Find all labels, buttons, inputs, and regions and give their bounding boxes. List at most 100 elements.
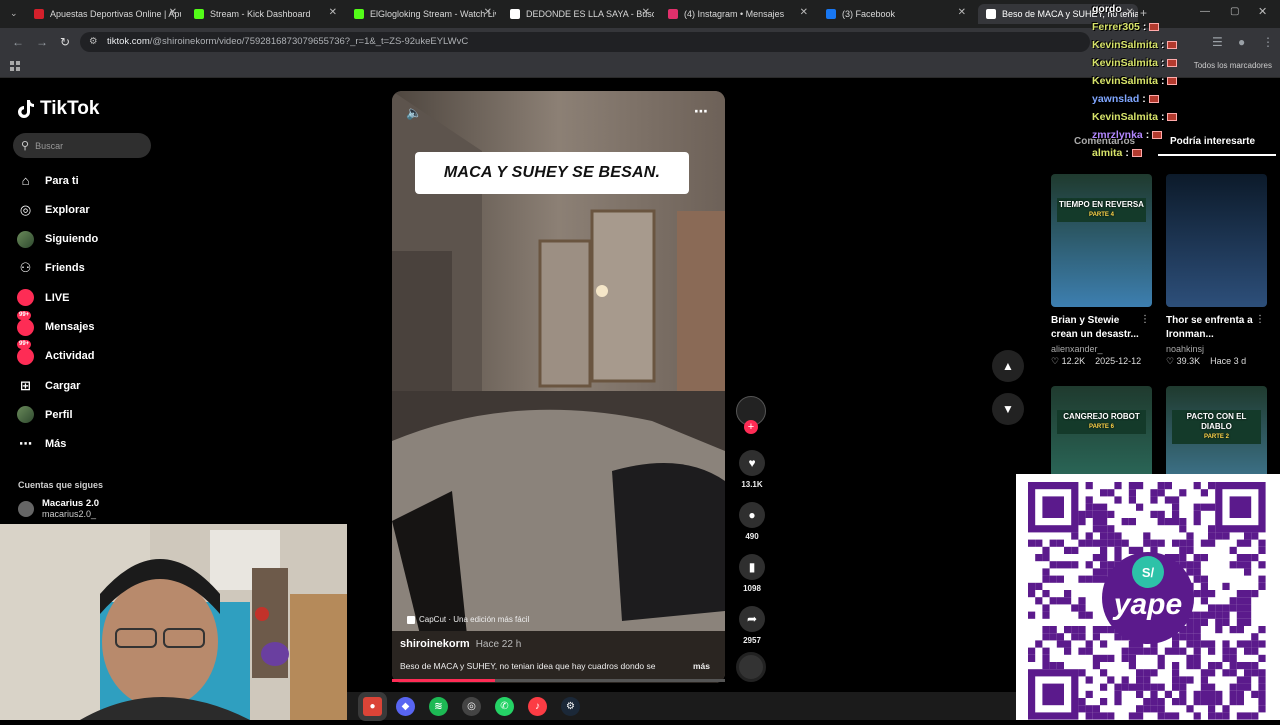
save-button[interactable]: ▮ 1098 — [736, 554, 768, 593]
url-path: /@shiroinekorm/video/7592816873079655736… — [149, 36, 469, 47]
capcut-badge[interactable]: CapCut · Una edición más fácil — [407, 615, 529, 624]
chat-message: KevinSalmita: — [1092, 36, 1202, 54]
browser-tab[interactable]: Apuestas Deportivas Online | Apuesta...✕ — [26, 4, 181, 24]
site-info-icon[interactable]: ⚙ — [89, 32, 98, 52]
card-title[interactable]: Brian y Stewie crean un desastr... — [1051, 314, 1152, 342]
card-author[interactable]: alienxander_ — [1051, 344, 1152, 354]
tab-search-icon[interactable]: ⌄ — [10, 8, 18, 19]
sidebar-item-cargar[interactable]: ⊞ Cargar — [17, 377, 80, 394]
chrome-icon[interactable]: ● — [363, 696, 382, 716]
more-options-icon[interactable]: ⋯ — [694, 103, 708, 120]
discord-icon[interactable]: ◆ — [396, 696, 415, 716]
mute-icon[interactable]: 🔈 — [406, 105, 422, 121]
chevron-down-icon: ▼ — [1002, 402, 1014, 416]
chat-username: zmrzlynka — [1092, 129, 1143, 141]
forward-icon[interactable]: → — [36, 35, 48, 49]
chat-message: almita: — [1092, 144, 1202, 162]
browser-tab[interactable]: (4) Instagram • Mensajes ✕ — [660, 4, 812, 24]
chat-message: Ferrer305: — [1092, 18, 1202, 36]
thumbnail-banner: TIEMPO EN REVERSA PARTE 4 — [1057, 198, 1146, 222]
tab-favicon — [986, 9, 996, 19]
sidebar-item-más[interactable]: ⋯ Más — [17, 436, 66, 453]
sidebar-item-perfil[interactable]: Perfil — [17, 406, 73, 424]
followed-account-handle: macarius2.0_ — [42, 509, 97, 519]
message-icon: 99+ — [17, 310, 34, 336]
browser-tab[interactable]: (3) Facebook ✕ — [818, 4, 970, 24]
browser-tab[interactable]: Stream - Kick Dashboard ✕ — [186, 4, 341, 24]
card-author[interactable]: noahkinsj — [1166, 344, 1267, 354]
apps-icon[interactable] — [10, 61, 20, 71]
card-likes: ♡ 12.2K — [1051, 356, 1086, 366]
card-menu-icon[interactable]: ⋮ — [1255, 314, 1265, 325]
like-button[interactable]: ♥ 13.1K — [736, 450, 768, 489]
sidebar-item-live[interactable]: LIVE — [17, 289, 69, 307]
comment-icon: ● — [739, 502, 765, 528]
search-input[interactable]: ⚲ Buscar — [13, 133, 151, 158]
obs-icon[interactable]: ◎ — [462, 696, 481, 716]
close-window-icon[interactable]: ✕ — [1258, 5, 1267, 18]
thumbnail-banner-part: PARTE 4 — [1089, 212, 1114, 218]
maximize-icon[interactable]: ▢ — [1230, 6, 1239, 17]
tab-label: (3) Facebook — [842, 9, 896, 19]
notification-badge: 99+ — [17, 310, 32, 320]
more-link[interactable]: más — [693, 661, 710, 671]
thumbnail-banner: PACTO CON EL DIABLO PARTE 2 — [1172, 410, 1261, 444]
tab-close-icon[interactable]: ✕ — [329, 7, 337, 18]
url-field[interactable]: ⚙ tiktok.com/@shiroinekorm/video/7592816… — [80, 32, 1090, 52]
tab-close-icon[interactable]: ✕ — [169, 7, 177, 18]
yape-mark: S/ — [1142, 565, 1155, 580]
yape-qr-code: S/yape — [1016, 474, 1280, 720]
whatsapp-icon[interactable]: ✆ — [495, 696, 514, 716]
comment-button[interactable]: ● 490 — [736, 502, 768, 541]
sidebar-item-label: Explorar — [45, 203, 90, 216]
chat-username: yawnslad — [1092, 93, 1140, 105]
spotify-icon[interactable]: ≋ — [429, 696, 448, 716]
profile-icon[interactable]: ● — [1238, 35, 1245, 49]
chat-emote-icon — [1167, 77, 1178, 85]
sidebar-item-explorar[interactable]: ◎ Explorar — [17, 201, 90, 218]
tab-close-icon[interactable]: ✕ — [484, 7, 492, 18]
tab-close-icon[interactable]: ✕ — [642, 7, 650, 18]
suggested-video-card[interactable]: Thor se enfrenta a Ironman... noahkinsj ♡ … — [1166, 174, 1267, 367]
menu-icon[interactable]: ⋮ — [1262, 35, 1274, 49]
video-thumbnail[interactable] — [1166, 174, 1267, 307]
video-thumbnail[interactable]: TIEMPO EN REVERSA PARTE 4 — [1051, 174, 1152, 307]
browser-tab[interactable]: ElGlogloking Stream - Watch Live on Kick… — [346, 4, 496, 24]
music-icon[interactable]: ♪ — [528, 696, 547, 716]
suggested-video-card[interactable]: TIEMPO EN REVERSA PARTE 4 Brian y Stewie c… — [1051, 174, 1152, 367]
thumbnail-banner: CANGREJO ROBOT PARTE 6 — [1057, 410, 1146, 434]
tab-label: Stream - Kick Dashboard — [210, 9, 311, 19]
previous-video-button[interactable]: ▲ — [992, 350, 1024, 382]
tab-label: DEDONDE ES LLA SAYA - Buscar con Google — [526, 9, 654, 19]
sidebar-item-friends[interactable]: ⚇ Friends — [17, 260, 85, 277]
sound-disc-icon[interactable] — [736, 652, 766, 682]
card-menu-icon[interactable]: ⋮ — [1140, 314, 1150, 325]
extensions-icon[interactable]: ☰ — [1212, 35, 1223, 49]
webcam-overlay — [0, 524, 347, 720]
tab-close-icon[interactable]: ✕ — [958, 7, 966, 18]
follow-plus-icon[interactable]: + — [744, 420, 758, 434]
chat-text: : — [1145, 129, 1150, 141]
followed-account[interactable]: Macarius 2.0 macarius2.0_ — [18, 498, 99, 519]
tab-favicon — [194, 9, 204, 19]
back-icon[interactable]: ← — [12, 35, 24, 49]
share-button[interactable]: ➦ 2957 — [736, 606, 768, 645]
sidebar-item-mensajes[interactable]: 99+ Mensajes — [17, 310, 95, 336]
video-progress-bar[interactable] — [392, 679, 725, 682]
sidebar-item-siguiendo[interactable]: Siguiendo — [17, 230, 98, 248]
qr-image: S/yape — [1028, 482, 1266, 720]
sidebar-item-actividad[interactable]: 99+ Actividad — [17, 339, 95, 365]
tiktok-logo[interactable]: TikTok — [18, 98, 99, 120]
browser-tab[interactable]: DEDONDE ES LLA SAYA - Buscar con Google✕ — [502, 4, 654, 24]
tab-close-icon[interactable]: ✕ — [800, 7, 808, 18]
video-author[interactable]: shiroinekorm Hace 22 h — [400, 638, 521, 650]
reload-icon[interactable]: ↻ — [60, 35, 70, 49]
like-count: 13.1K — [741, 480, 763, 489]
video-overlay-title: MACA Y SUHEY SE BESAN. — [415, 152, 689, 194]
steam-icon[interactable]: ⚙ — [561, 696, 580, 716]
chat-text: : — [1160, 39, 1165, 51]
sidebar-item-para-ti[interactable]: ⌂ Para ti — [17, 172, 79, 189]
all-bookmarks-link[interactable]: Todos los marcadores — [1194, 61, 1272, 70]
card-title[interactable]: Thor se enfrenta a Ironman... — [1166, 314, 1267, 342]
next-video-button[interactable]: ▼ — [992, 393, 1024, 425]
